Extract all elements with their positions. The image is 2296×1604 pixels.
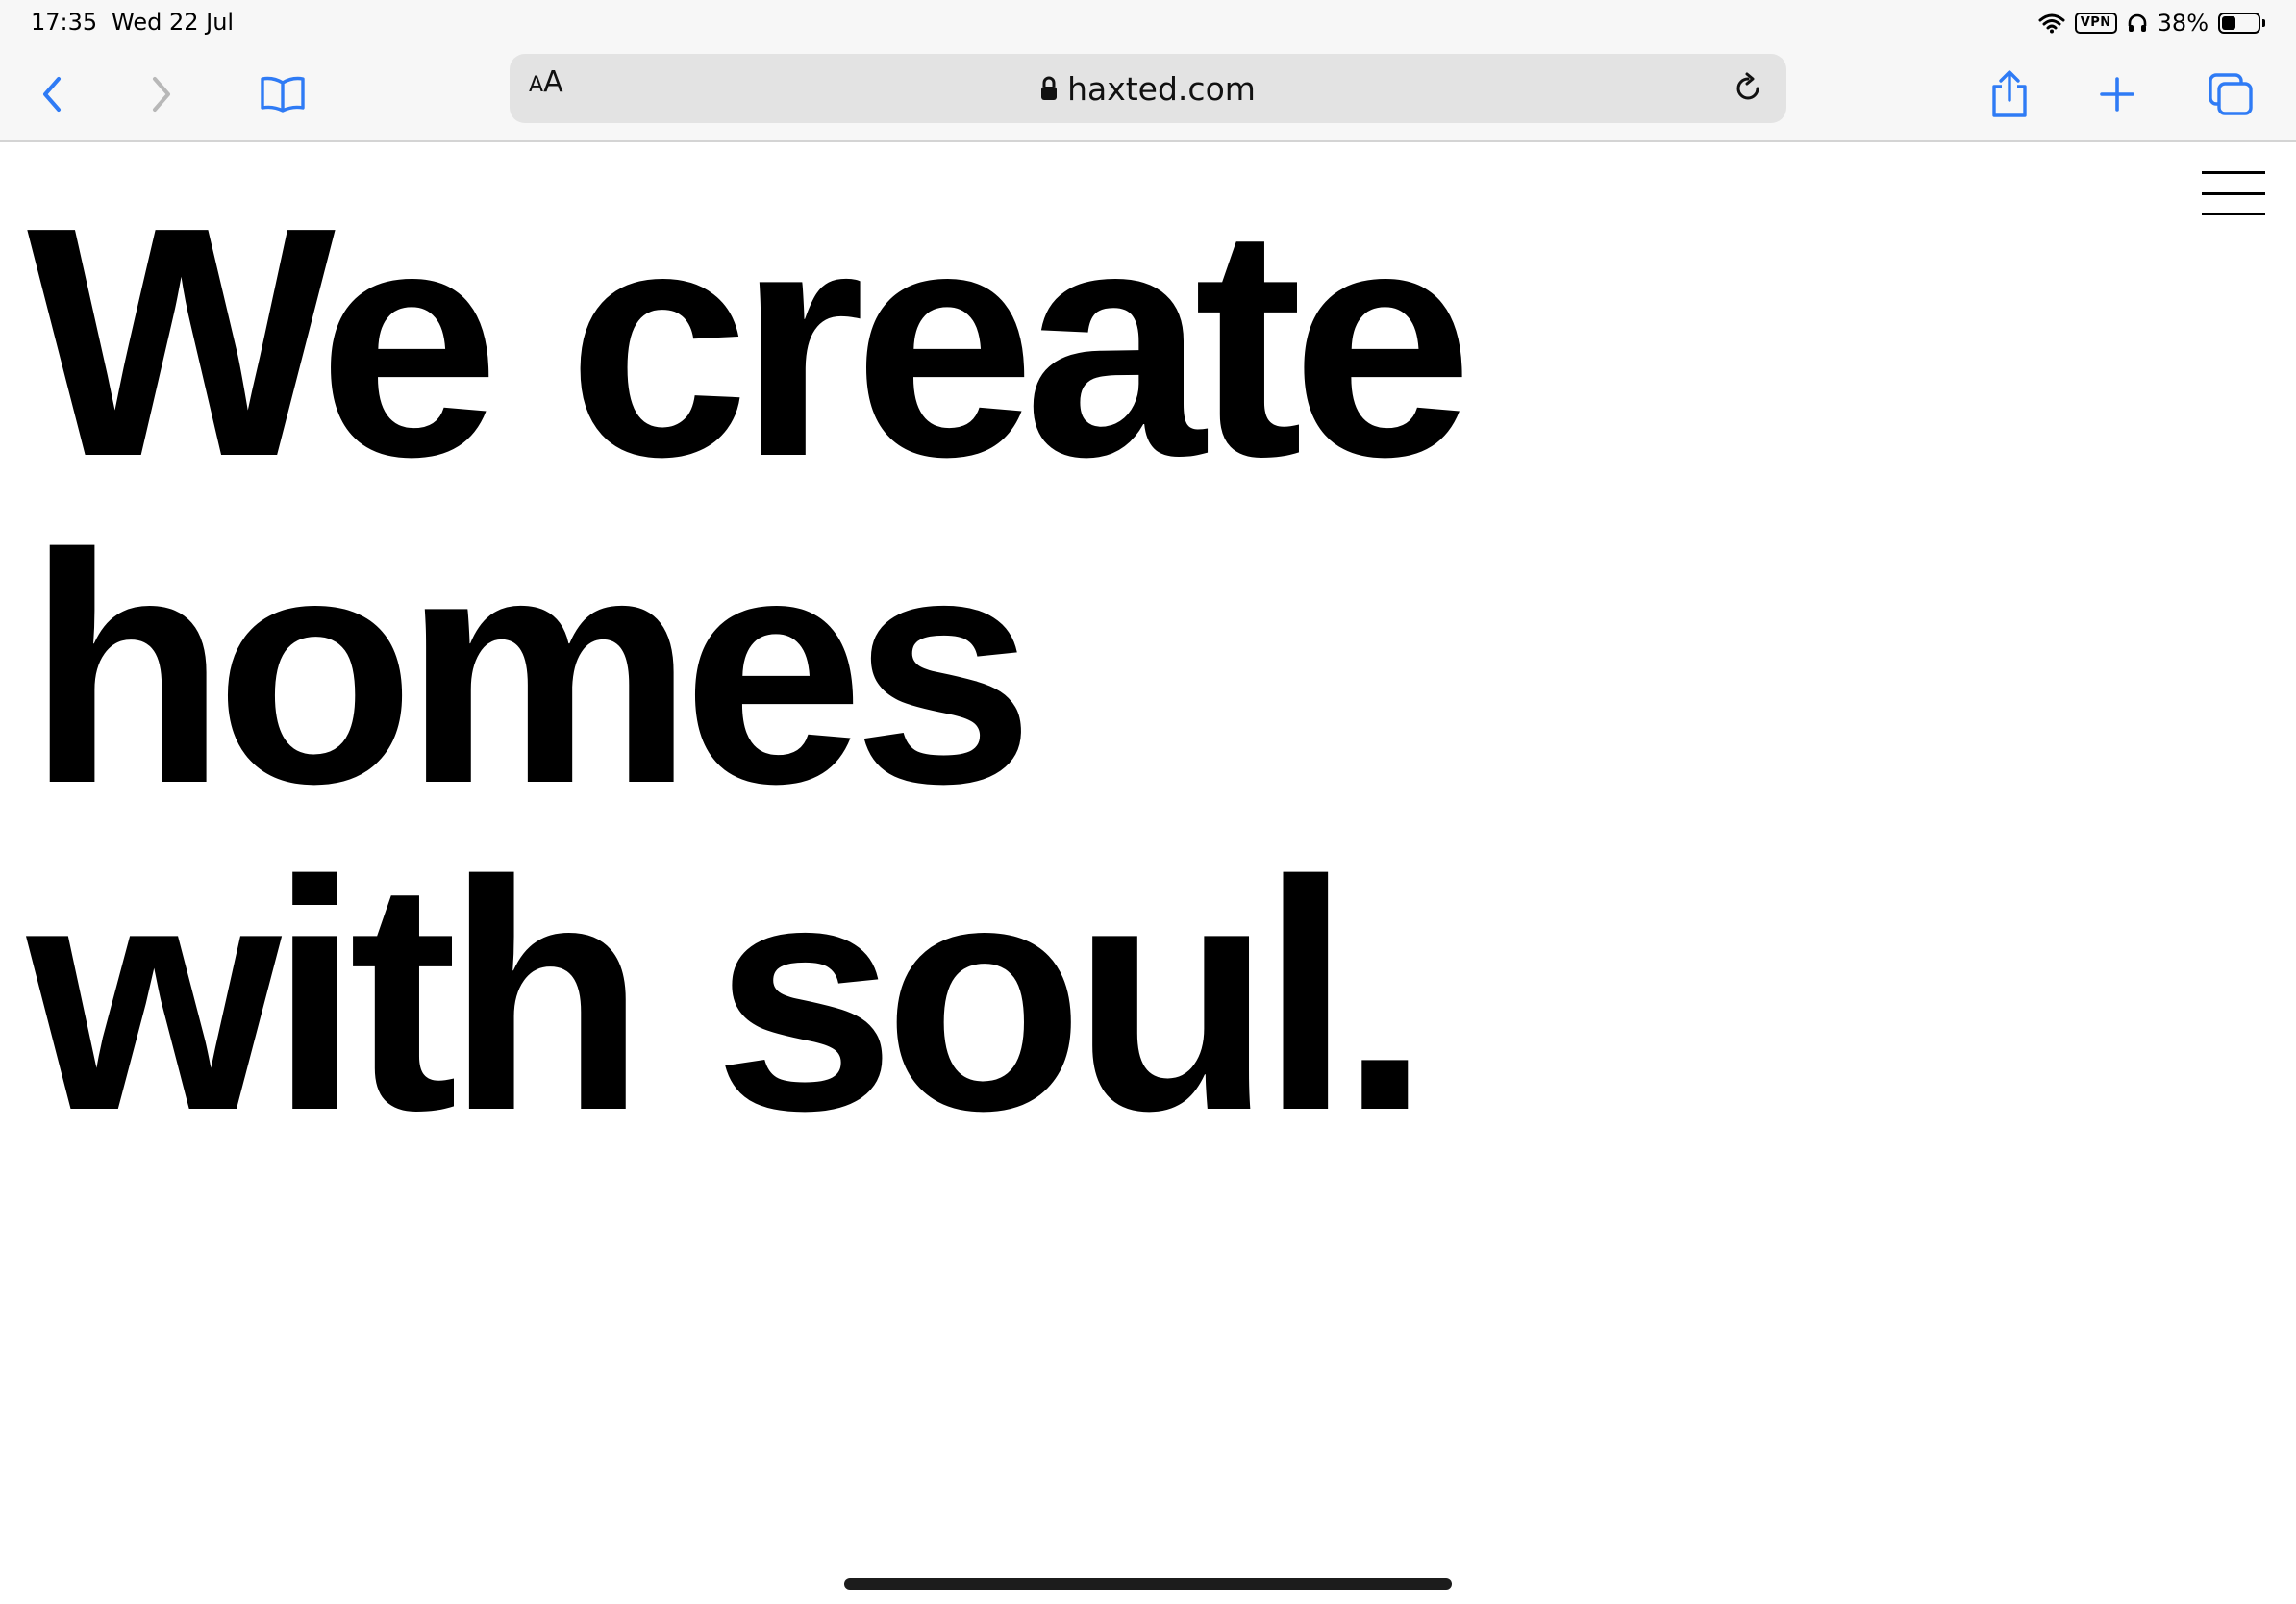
battery-fill	[2222, 16, 2235, 30]
back-button[interactable]	[21, 63, 83, 125]
chevron-left-icon	[43, 77, 61, 112]
battery-icon	[2218, 13, 2260, 34]
text-size-large-label: A	[543, 65, 563, 99]
home-indicator[interactable]	[844, 1578, 1452, 1590]
url-text[interactable]: haxted.com	[1067, 70, 1256, 108]
forward-button[interactable]	[131, 63, 192, 125]
share-icon	[1992, 70, 2027, 117]
new-tab-button[interactable]	[2086, 63, 2148, 125]
tabs-button[interactable]	[2200, 63, 2261, 125]
lock-icon	[1041, 76, 1058, 100]
headline-line-2: homes	[27, 487, 1035, 852]
vpn-badge: VPN	[2074, 13, 2117, 34]
web-page: We create homes with soul.	[0, 144, 2296, 1604]
share-button[interactable]	[1979, 63, 2040, 125]
headphones-icon	[2128, 13, 2146, 32]
chevron-right-icon	[153, 77, 170, 112]
hamburger-menu-icon[interactable]	[2202, 171, 2265, 215]
browser-toolbar: A A haxted.com	[0, 46, 2296, 142]
wifi-icon	[2038, 13, 2065, 34]
battery-percent: 38%	[2157, 10, 2209, 37]
tabs-icon	[2209, 73, 2253, 115]
reload-icon	[1736, 72, 1759, 100]
url-display: haxted.com	[510, 54, 1786, 123]
menu-line	[2202, 171, 2265, 174]
status-time: 17:35	[31, 9, 98, 36]
bookmarks-button[interactable]	[252, 63, 313, 125]
headline-line-1: We create	[27, 160, 1473, 525]
book-icon	[261, 76, 305, 113]
text-size-small-label: A	[529, 73, 544, 97]
battery-cap	[2262, 19, 2265, 27]
menu-line	[2202, 213, 2265, 215]
status-bar: 17:35 Wed 22 Jul VPN 38%	[0, 0, 2296, 46]
status-indicators: VPN 38%	[2038, 8, 2265, 38]
menu-line	[2202, 191, 2265, 195]
text-size-button[interactable]: A A	[529, 65, 563, 112]
reload-button[interactable]	[1727, 67, 1769, 110]
hero-headline: We create homes with soul.	[27, 160, 1473, 1179]
address-bar[interactable]: A A haxted.com	[510, 54, 1786, 123]
plus-icon	[2100, 77, 2134, 112]
status-date: Wed 22 Jul	[112, 9, 235, 36]
headline-line-3: with soul.	[27, 814, 1431, 1179]
